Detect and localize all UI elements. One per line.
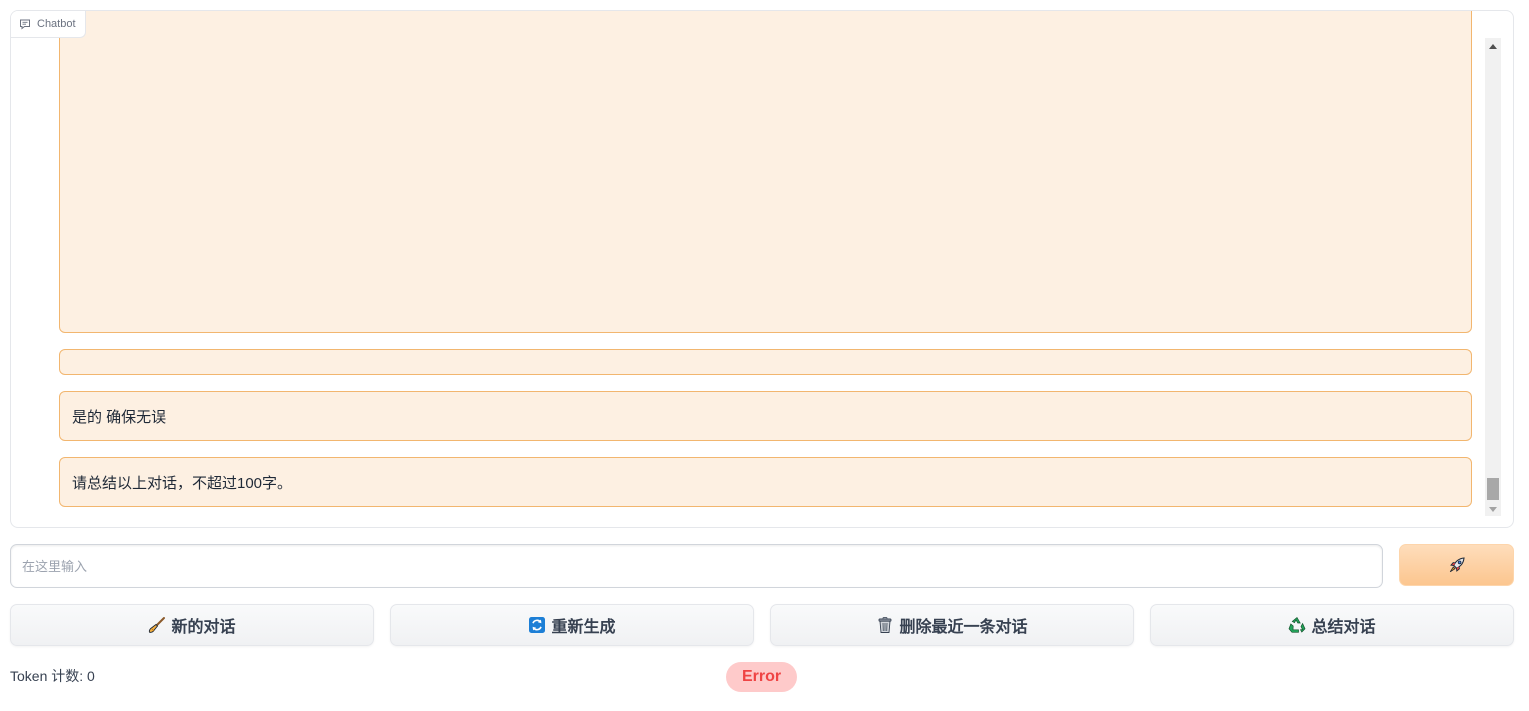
new-conversation-button[interactable]: 新的对话: [10, 604, 374, 646]
message-bubble: 是的 确保无误: [59, 391, 1472, 441]
chat-scrollbar[interactable]: [1485, 38, 1501, 516]
token-count: Token 计数: 0: [10, 668, 95, 684]
chatbot-label-text: Chatbot: [37, 18, 76, 30]
delete-last-message-button[interactable]: 删除最近一条对话: [770, 604, 1134, 646]
summarize-conversation-label: 总结对话: [1311, 619, 1376, 636]
message-bubble: [59, 349, 1472, 375]
scroll-up-arrow-icon[interactable]: [1489, 44, 1497, 49]
scrollbar-thumb[interactable]: [1487, 478, 1499, 500]
send-button[interactable]: [1399, 544, 1514, 586]
error-badge: Error: [726, 662, 797, 692]
chat-icon: [20, 19, 30, 30]
message-list: 是的 确保无误 请总结以上对话，不超过100字。: [11, 11, 1483, 527]
chatbot-label: Chatbot: [11, 11, 86, 38]
broom-icon: [149, 617, 166, 633]
trash-icon: [879, 617, 892, 633]
scroll-down-arrow-icon[interactable]: [1489, 507, 1497, 512]
new-conversation-label: 新的对话: [171, 619, 236, 636]
refresh-icon: [529, 617, 546, 633]
chatbot-panel: Chatbot 是的 确保无误 请总结以上对话，不超过100字。: [10, 10, 1514, 528]
message-input[interactable]: [10, 544, 1383, 588]
rocket-icon: [1449, 557, 1465, 573]
message-bubble: 请总结以上对话，不超过100字。: [59, 457, 1472, 507]
regenerate-button[interactable]: 重新生成: [390, 604, 754, 646]
regenerate-label: 重新生成: [551, 619, 616, 636]
recycle-icon: [1289, 616, 1306, 633]
delete-last-message-label: 删除最近一条对话: [899, 619, 1028, 636]
summarize-conversation-button[interactable]: 总结对话: [1150, 604, 1514, 646]
message-text: 是的 确保无误: [72, 408, 167, 426]
message-bubble: [59, 11, 1472, 333]
message-text: 请总结以上对话，不超过100字。: [72, 474, 293, 492]
